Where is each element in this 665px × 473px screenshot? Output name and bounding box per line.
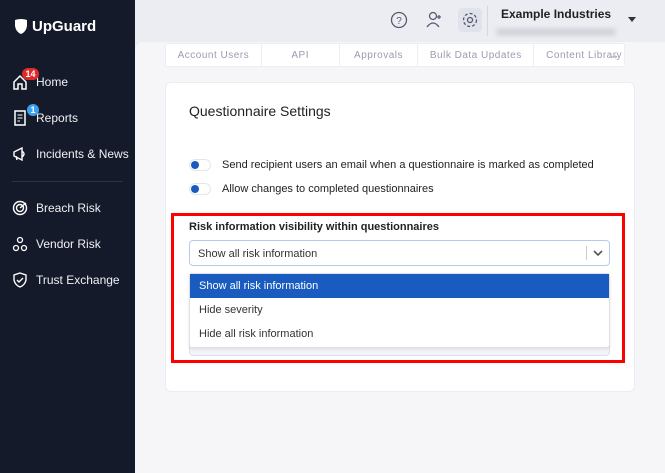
tab-approvals[interactable]: Approvals	[340, 44, 419, 66]
tab-account-users[interactable]: Account Users	[166, 44, 262, 66]
scroll-right-arrow-icon[interactable]: →	[607, 47, 620, 62]
card-title: Questionnaire Settings	[189, 103, 331, 119]
sidebar-divider	[12, 181, 123, 182]
sidebar-item-label: Home	[36, 75, 69, 89]
radar-icon	[12, 200, 28, 216]
caret-down-icon[interactable]	[628, 17, 636, 22]
reports-badge: 1	[27, 104, 39, 116]
blurred-account-info	[496, 28, 616, 36]
toggle-row-allow-changes: Allow changes to completed questionnaire…	[189, 183, 434, 195]
toggle-row-email-on-complete: Send recipient users an email when a que…	[189, 159, 594, 171]
sidebar-item-trust-exchange[interactable]: Trust Exchange	[12, 272, 120, 288]
svg-text:?: ?	[396, 16, 402, 27]
upguard-shield-icon	[15, 18, 27, 34]
sidebar-item-label: Trust Exchange	[36, 273, 120, 287]
tab-api[interactable]: API	[262, 44, 340, 66]
sidebar-item-label: Breach Risk	[36, 201, 101, 215]
add-user-button[interactable]	[422, 8, 446, 32]
header-divider	[487, 6, 488, 36]
allow-changes-toggle[interactable]	[189, 183, 211, 195]
gear-icon	[462, 12, 478, 28]
tab-bulk-data-updates[interactable]: Bulk Data Updates	[418, 44, 535, 66]
logo-text: UpGuard	[32, 18, 97, 35]
sidebar-item-label: Reports	[36, 111, 79, 125]
upguard-logo[interactable]: UpGuard	[14, 18, 96, 35]
settings-tabs: Account Users API Approvals Bulk Data Up…	[165, 43, 625, 67]
megaphone-icon	[13, 146, 25, 162]
vendor-network-icon	[12, 236, 28, 252]
sidebar-item-label: Incidents & News	[36, 147, 129, 161]
settings-button[interactable]	[458, 8, 482, 32]
sidebar-item-home[interactable]: Home	[12, 74, 68, 90]
toggle-label: Allow changes to completed questionnaire…	[222, 183, 434, 195]
home-badge: 14	[22, 68, 39, 80]
highlight-box	[171, 213, 625, 363]
help-icon: ?	[390, 11, 408, 29]
report-icon	[14, 110, 26, 126]
org-name[interactable]: Example Industries	[501, 7, 611, 21]
sidebar-item-label: Vendor Risk	[36, 237, 101, 251]
add-user-icon	[426, 11, 441, 28]
sidebar-item-vendor-risk[interactable]: Vendor Risk	[12, 236, 101, 252]
sidebar-item-breach-risk[interactable]: Breach Risk	[12, 200, 101, 216]
toggle-label: Send recipient users an email when a que…	[222, 159, 594, 171]
sidebar: UpGuard Home 14 Reports 1 Incidents & Ne…	[0, 0, 135, 473]
sidebar-item-incidents-news[interactable]: Incidents & News	[12, 146, 129, 162]
sidebar-item-reports[interactable]: Reports	[12, 110, 78, 126]
help-button[interactable]: ?	[387, 8, 411, 32]
shield-check-icon	[13, 272, 27, 288]
email-on-complete-toggle[interactable]	[189, 159, 211, 171]
